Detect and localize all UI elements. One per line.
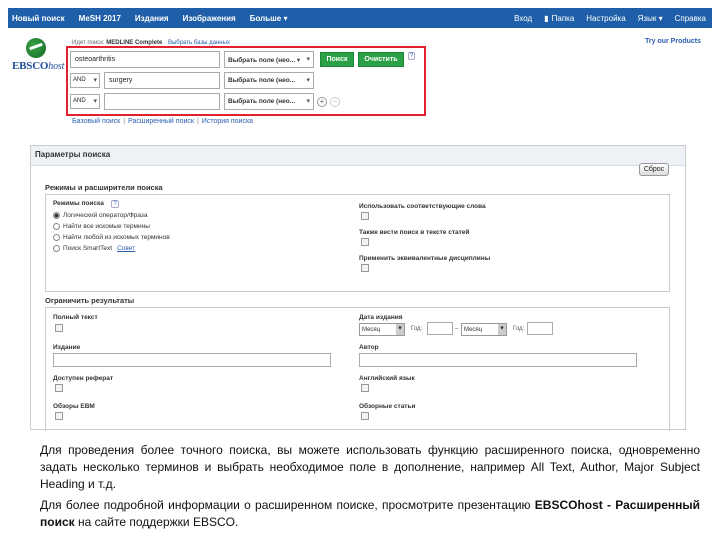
radio-selected-icon <box>53 212 60 219</box>
review-articles-label: Обзорные статьи <box>359 403 416 410</box>
search-options-panel: Параметры поиска Сброс Режимы и расширит… <box>30 145 686 431</box>
nav-sign-in[interactable]: Вход <box>514 14 532 23</box>
mode-option-any[interactable]: Найти любой из искомых терминов <box>53 234 170 241</box>
mode-option-label: Логический оператор/Фраза <box>63 212 148 219</box>
edition-label: Издание <box>53 344 81 351</box>
search-history-link[interactable]: История поиска <box>202 118 253 125</box>
mode-option-boolean[interactable]: Логический оператор/Фраза <box>53 212 148 219</box>
mode-option-smarttext[interactable]: Поиск SmartText Совет <box>53 245 135 252</box>
search-options-header: Параметры поиска <box>31 146 685 166</box>
modes-section-title: Режимы и расширители поиска <box>45 183 163 192</box>
pub-date-from-year-input[interactable] <box>427 322 453 335</box>
expander-subjects-checkbox[interactable] <box>361 264 369 272</box>
abstract-available-checkbox[interactable] <box>55 384 63 392</box>
search-button[interactable]: Поиск <box>320 52 354 67</box>
basic-search-link[interactable]: Базовый поиск <box>72 118 120 125</box>
search-row-1: osteoarthritis Выбрать поле (нео... ▾ По… <box>70 51 415 68</box>
search-term-input-3[interactable] <box>104 93 220 110</box>
top-nav-bar: Новый поиск MeSH 2017 Издания Изображени… <box>8 8 712 28</box>
expander-full-text-checkbox[interactable] <box>361 238 369 246</box>
pub-date-from-year-label: Год: <box>411 326 423 332</box>
radio-icon <box>53 223 60 230</box>
nav-language[interactable]: Язык ▾ <box>638 14 663 23</box>
pub-date-label: Дата издания <box>359 314 403 321</box>
expander-related-words-label: Использовать соответствующие слова <box>359 203 486 210</box>
slide-caption: Для проведения более точного поиска, вы … <box>40 442 700 535</box>
top-nav-right: Вход ▮ Папка Настройка Язык ▾ Справка <box>502 14 712 23</box>
try-products-link[interactable]: Try our Products <box>645 38 701 45</box>
mode-option-label: Найти любой из искомых терминов <box>63 234 170 241</box>
nav-images[interactable]: Изображения <box>183 14 236 23</box>
search-term-input-2[interactable]: surgery <box>104 72 220 89</box>
abstract-available-label: Доступен реферат <box>53 375 114 382</box>
nav-publications[interactable]: Издания <box>135 14 169 23</box>
search-options-title: Параметры поиска <box>35 150 111 159</box>
edition-input[interactable] <box>53 353 331 367</box>
review-articles-checkbox[interactable] <box>361 412 369 420</box>
caption-paragraph-1: Для проведения более точного поиска, вы … <box>40 443 700 491</box>
logo-brand-suffix: host <box>48 61 65 72</box>
modes-help-icon[interactable]: ? <box>111 200 119 208</box>
globe-icon <box>26 38 46 58</box>
mode-option-all[interactable]: Найти все искомые термины <box>53 223 150 230</box>
reset-button[interactable]: Сброс <box>639 163 669 176</box>
full-text-checkbox[interactable] <box>55 324 63 332</box>
nav-mesh[interactable]: MeSH 2017 <box>79 14 121 23</box>
full-text-label: Полный текст <box>53 314 98 321</box>
ebm-reviews-label: Обзоры EBM <box>53 403 95 410</box>
boolean-select-3[interactable]: AND <box>70 94 100 109</box>
expander-subjects-label: Применить эквивалентные дисциплины <box>359 255 491 262</box>
nav-more[interactable]: Больше ▾ <box>250 14 288 23</box>
top-nav-left: Новый поиск MeSH 2017 Издания Изображени… <box>8 14 302 23</box>
pub-date-to-year-input[interactable] <box>527 322 553 335</box>
boolean-select-2[interactable]: AND <box>70 73 100 88</box>
ebm-reviews-checkbox[interactable] <box>55 412 63 420</box>
clear-button[interactable]: Очистить <box>358 52 404 67</box>
add-row-icon[interactable]: + <box>317 96 327 107</box>
nav-folder[interactable]: Папка <box>552 14 575 23</box>
nav-preferences[interactable]: Настройка <box>586 14 625 23</box>
expander-related-words-checkbox[interactable] <box>361 212 369 220</box>
expander-full-text-label: Также вести поиск в тексте статей <box>359 229 470 236</box>
ebsco-logo[interactable]: EBSCOhost <box>12 38 65 76</box>
search-mode-links: Базовый поиск | Расширенный поиск | История … <box>72 118 254 125</box>
search-term-input-1[interactable]: osteoarthritis <box>70 51 220 68</box>
author-label: Автор <box>359 344 379 351</box>
english-language-label: Английский язык <box>359 375 415 382</box>
advanced-search-link[interactable]: Расширенный поиск <box>128 118 194 125</box>
author-input[interactable] <box>359 353 637 367</box>
caption-paragraph-2: Для более подробной информации о расшире… <box>40 497 700 531</box>
help-icon[interactable]: ? <box>408 51 415 60</box>
search-row-2: AND surgery Выбрать поле (нео... <box>70 72 314 89</box>
radio-icon <box>53 245 60 252</box>
pub-date-to-month[interactable]: Месяц <box>461 323 507 336</box>
limit-section-box <box>45 307 670 431</box>
logo-brand: EBSCO <box>12 60 49 72</box>
modes-section-box <box>45 194 670 292</box>
caption-p2-start: Для более подробной информации о расшире… <box>40 498 531 512</box>
pub-date-to-year-label: Год: <box>513 326 525 332</box>
nav-help[interactable]: Справка <box>675 14 706 23</box>
mode-option-label: Поиск SmartText <box>63 245 113 252</box>
caption-p2-end: на сайте поддержки EBSCO. <box>77 515 239 529</box>
english-language-checkbox[interactable] <box>361 384 369 392</box>
date-range-dash: – <box>455 326 459 332</box>
folder-icon: ▮ <box>544 13 549 23</box>
field-select-2[interactable]: Выбрать поле (нео... <box>224 72 314 89</box>
field-select-1[interactable]: Выбрать поле (нео... ▾ <box>224 51 314 68</box>
radio-icon <box>53 234 60 241</box>
mode-option-label: Найти все искомые термины <box>63 223 150 230</box>
field-select-3[interactable]: Выбрать поле (нео... <box>224 93 314 110</box>
remove-row-icon[interactable]: − <box>330 96 340 107</box>
nav-new-search[interactable]: Новый поиск <box>12 14 65 23</box>
pub-date-from-month[interactable]: Месяц <box>359 323 405 336</box>
search-modes-label: Режимы поиска <box>53 200 104 207</box>
smarttext-hint-link[interactable]: Совет <box>117 245 135 252</box>
limit-section-title: Ограничить результаты <box>45 296 135 305</box>
search-row-3: AND Выбрать поле (нео... + − <box>70 93 340 110</box>
